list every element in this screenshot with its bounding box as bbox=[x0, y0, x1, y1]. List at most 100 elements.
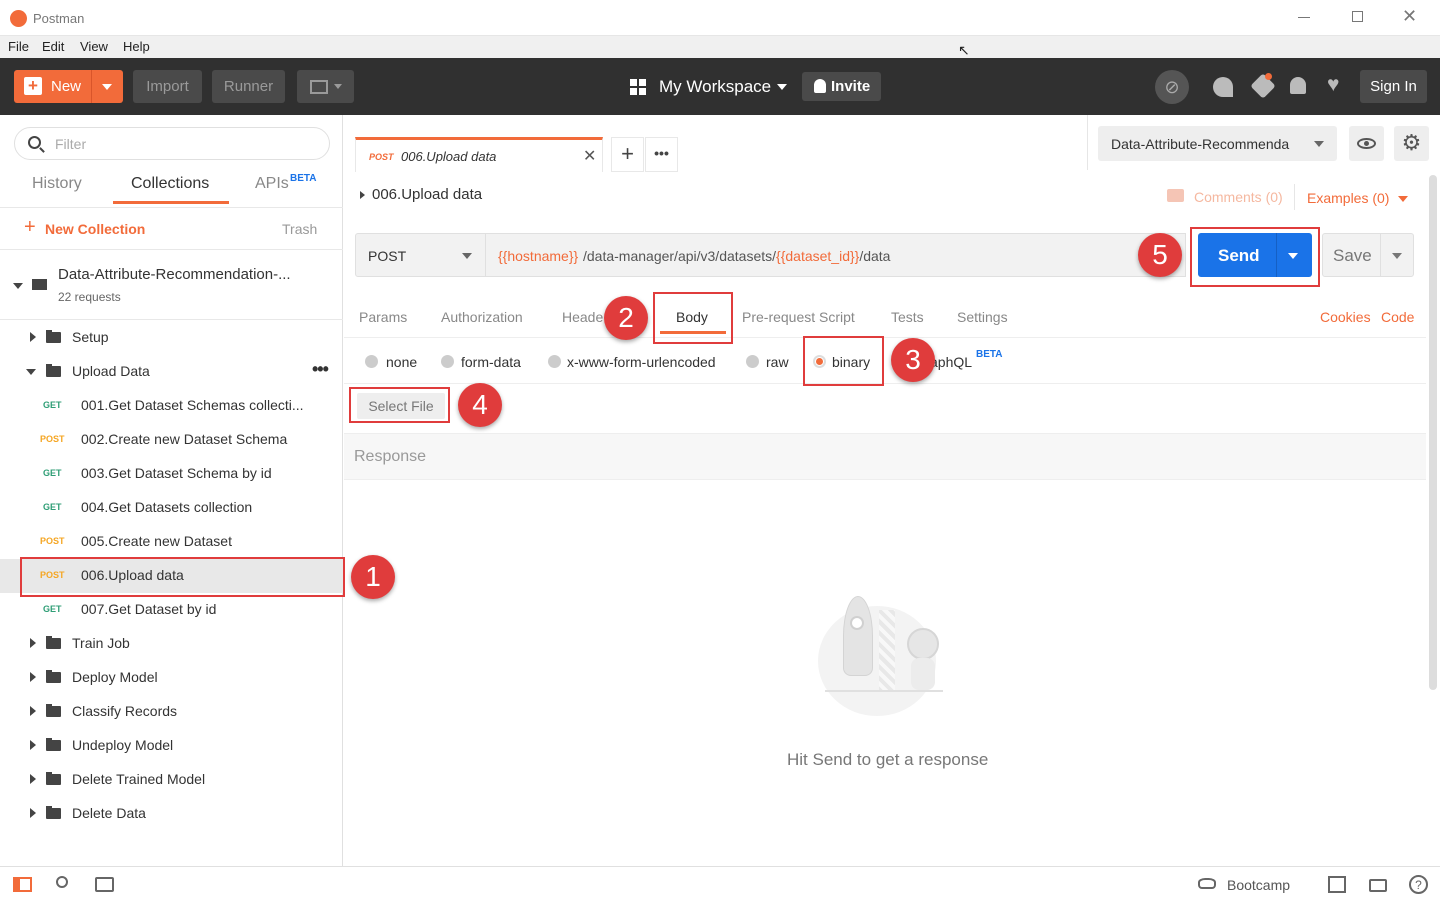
tab-tests[interactable]: Tests bbox=[891, 309, 924, 325]
folder-label: Undeploy Model bbox=[72, 737, 174, 753]
url-input[interactable]: {{hostname}} /data-manager/api/v3/datase… bbox=[486, 233, 1186, 277]
status-bar: Bootcamp ? bbox=[0, 866, 1440, 902]
save-button[interactable]: Save bbox=[1322, 233, 1414, 277]
url-path-mid: /data-manager/api/v3/datasets/ bbox=[583, 248, 777, 264]
environment-selector[interactable]: Data-Attribute-Recommenda bbox=[1098, 126, 1337, 161]
environment-quick-look-button[interactable] bbox=[1349, 126, 1384, 161]
folder-icon bbox=[46, 364, 61, 377]
request-label: 001.Get Dataset Schemas collecti... bbox=[81, 397, 304, 413]
import-button[interactable]: Import bbox=[133, 70, 202, 103]
request-item[interactable]: GET 007.Get Dataset by id bbox=[0, 593, 343, 627]
new-collection-button[interactable]: + New Collection bbox=[24, 216, 145, 239]
toggle-sidebar-icon[interactable] bbox=[13, 877, 32, 892]
chevron-down-icon bbox=[333, 84, 342, 89]
maximize-icon[interactable] bbox=[1352, 11, 1363, 22]
plus-icon: + bbox=[24, 216, 36, 238]
folder-undeploy-model[interactable]: Undeploy Model bbox=[0, 729, 343, 763]
chevron-down-icon bbox=[777, 84, 787, 90]
tab-settings[interactable]: Settings bbox=[957, 309, 1008, 325]
bootcamp-link[interactable]: Bootcamp bbox=[1227, 877, 1290, 893]
tab-apis[interactable]: APIs bbox=[255, 175, 289, 193]
radio-raw[interactable] bbox=[746, 355, 759, 368]
folder-train-job[interactable]: Train Job bbox=[0, 627, 343, 661]
heart-icon[interactable]: ♥ bbox=[1327, 73, 1339, 97]
add-tab-button[interactable]: + bbox=[611, 137, 644, 172]
folder-setup[interactable]: Setup bbox=[0, 321, 343, 355]
manage-environments-button[interactable]: ⚙ bbox=[1394, 126, 1429, 161]
two-pane-view-icon[interactable] bbox=[1328, 876, 1346, 893]
method-select[interactable]: POST bbox=[355, 233, 486, 277]
highlight-binary bbox=[803, 336, 884, 386]
collection-count: 22 requests bbox=[58, 290, 121, 304]
folder-deploy-model[interactable]: Deploy Model bbox=[0, 661, 343, 695]
new-button[interactable]: + New bbox=[14, 70, 123, 103]
menu-view[interactable]: View bbox=[80, 39, 108, 54]
chevron-right-icon[interactable] bbox=[360, 191, 365, 199]
bell-icon[interactable] bbox=[1290, 77, 1306, 94]
request-tab[interactable]: POST 006.Upload data ✕ bbox=[355, 137, 603, 172]
sign-in-button[interactable]: Sign In bbox=[1360, 70, 1427, 103]
console-icon[interactable] bbox=[95, 877, 114, 892]
request-item[interactable]: POST 002.Create new Dataset Schema bbox=[0, 423, 343, 457]
tab-authorization[interactable]: Authorization bbox=[441, 309, 523, 325]
wrench-notice-dot-icon bbox=[1265, 73, 1272, 80]
rocket-astronaut-illustration-icon bbox=[815, 588, 955, 716]
chevron-down-icon[interactable] bbox=[1392, 253, 1402, 259]
examples-link[interactable]: Examples (0) bbox=[1307, 190, 1389, 206]
highlight-send bbox=[1190, 227, 1320, 287]
close-tab-icon[interactable]: ✕ bbox=[583, 146, 596, 166]
close-window-icon[interactable]: ✕ bbox=[1402, 6, 1417, 27]
radio-form-data[interactable] bbox=[441, 355, 454, 368]
folder-classify-records[interactable]: Classify Records bbox=[0, 695, 343, 729]
tab-history[interactable]: History bbox=[32, 175, 82, 193]
filter-box[interactable]: Filter bbox=[14, 127, 330, 160]
folder-label: Setup bbox=[72, 329, 109, 345]
request-item[interactable]: GET 003.Get Dataset Schema by id bbox=[0, 457, 343, 491]
menu-edit[interactable]: Edit bbox=[42, 39, 64, 54]
url-path-end: /data bbox=[859, 248, 891, 264]
cookies-link[interactable]: Cookies bbox=[1320, 309, 1371, 325]
url-dataset-var: {{dataset_id}} bbox=[776, 248, 860, 264]
tab-pre-request-script[interactable]: Pre-request Script bbox=[742, 309, 855, 325]
tab-headers[interactable]: Heade bbox=[562, 309, 603, 325]
radio-none[interactable] bbox=[365, 355, 378, 368]
method-badge: GET bbox=[43, 604, 62, 614]
collection-item[interactable]: Data-Attribute-Recommendation-... 22 req… bbox=[0, 250, 343, 320]
method-badge: GET bbox=[43, 502, 62, 512]
more-options-icon[interactable]: ••• bbox=[312, 359, 329, 380]
tab-params[interactable]: Params bbox=[359, 309, 407, 325]
menu-help[interactable]: Help bbox=[123, 39, 150, 54]
find-icon[interactable] bbox=[56, 876, 68, 888]
folder-delete-data[interactable]: Delete Data bbox=[0, 797, 343, 831]
folder-upload-data[interactable]: Upload Data ••• bbox=[0, 355, 343, 389]
radio-graphql-label[interactable]: aphQL bbox=[930, 354, 972, 370]
title-bar: Postman ✕ bbox=[0, 0, 1440, 36]
code-link[interactable]: Code bbox=[1381, 309, 1414, 325]
keyboard-shortcuts-icon[interactable] bbox=[1369, 879, 1387, 892]
radio-urlencoded[interactable] bbox=[548, 355, 561, 368]
chevron-down-icon bbox=[13, 283, 23, 289]
folder-delete-trained-model[interactable]: Delete Trained Model bbox=[0, 763, 343, 797]
trash-link[interactable]: Trash bbox=[282, 221, 317, 237]
chevron-right-icon bbox=[30, 672, 36, 682]
tab-collections[interactable]: Collections bbox=[131, 175, 209, 193]
tab-options-button[interactable]: ••• bbox=[645, 137, 678, 172]
highlight-body-tab bbox=[653, 292, 733, 344]
request-item[interactable]: GET 004.Get Datasets collection bbox=[0, 491, 343, 525]
menu-file[interactable]: File bbox=[8, 39, 29, 54]
request-item[interactable]: POST 005.Create new Dataset bbox=[0, 525, 343, 559]
help-icon[interactable]: ? bbox=[1409, 875, 1428, 894]
folder-label: Deploy Model bbox=[72, 669, 158, 685]
minimize-icon[interactable] bbox=[1298, 17, 1310, 18]
url-hostname-var: {{hostname}} bbox=[498, 248, 579, 264]
new-window-button[interactable] bbox=[297, 70, 354, 103]
request-item[interactable]: GET 001.Get Dataset Schemas collecti... bbox=[0, 389, 343, 423]
sync-off-icon[interactable]: ⊘ bbox=[1155, 70, 1189, 104]
invite-button[interactable]: Invite bbox=[802, 72, 881, 101]
satellite-icon[interactable] bbox=[1213, 77, 1233, 97]
runner-button[interactable]: Runner bbox=[212, 70, 285, 103]
workspace-selector[interactable]: My Workspace bbox=[628, 75, 793, 99]
scrollbar[interactable] bbox=[1429, 175, 1437, 690]
comments-link[interactable]: Comments (0) bbox=[1194, 189, 1283, 205]
chevron-down-icon bbox=[102, 84, 112, 90]
